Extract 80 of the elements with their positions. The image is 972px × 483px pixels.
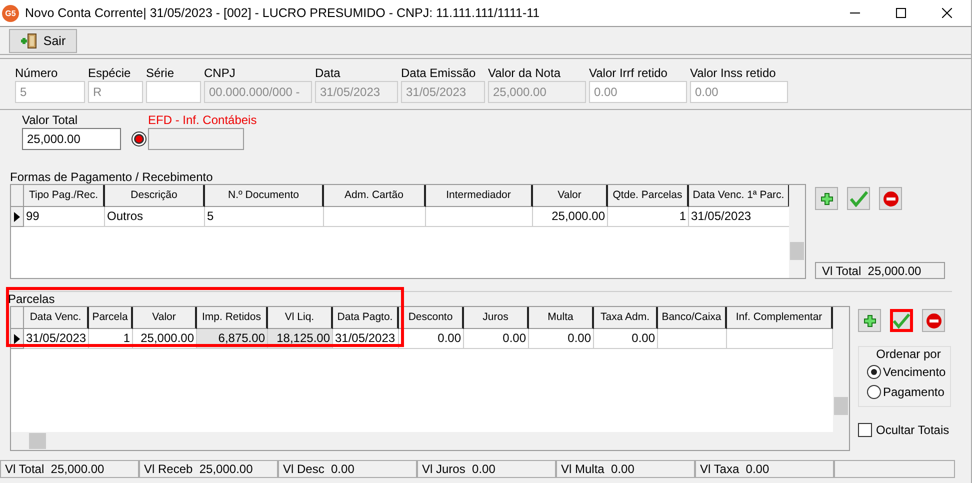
app-logo: G5 <box>2 4 19 22</box>
field-label: Valor Irrf retido <box>589 66 668 81</box>
input-field[interactable] <box>148 128 244 150</box>
checkbox[interactable]: Ocultar Totais <box>858 423 952 437</box>
field-label: Valor Total <box>22 113 79 128</box>
vertical-scrollbar[interactable] <box>789 185 805 278</box>
column-header[interactable]: Data Pagto. <box>333 307 399 329</box>
target-icon[interactable] <box>131 131 147 147</box>
column-header[interactable]: Juros <box>464 307 529 329</box>
column-header[interactable]: Descrição <box>105 185 205 207</box>
group-title: Ordenar por <box>875 346 942 362</box>
field-label: CNPJ <box>204 66 236 81</box>
add-button[interactable] <box>815 187 838 210</box>
radio-option[interactable]: Pagamento <box>867 382 950 402</box>
field-label: Valor da Nota <box>488 66 562 81</box>
field-label: Data <box>315 66 342 81</box>
exit-button[interactable]: Sair <box>9 28 77 52</box>
status-panel: Vl Receb 25,000.00 <box>139 460 278 478</box>
table-cell: 25,000.00 <box>533 207 608 227</box>
table-cell: 1 <box>608 207 689 227</box>
column-header[interactable]: Qtde. Parcelas <box>608 185 689 207</box>
add-button[interactable] <box>858 309 881 332</box>
input-field[interactable]: 0.00 <box>589 81 687 103</box>
close-icon[interactable] <box>942 8 952 18</box>
column-header[interactable]: Banco/Caixa <box>658 307 727 329</box>
column-header[interactable]: N.º Documento <box>205 185 324 207</box>
input-field[interactable] <box>146 81 201 103</box>
confirm-button[interactable] <box>847 187 870 210</box>
total-display: Vl Total 25,000.00 <box>815 262 945 279</box>
field-label: Série <box>146 66 176 81</box>
column-header[interactable]: Valor <box>133 307 197 329</box>
plus-icon <box>818 190 834 206</box>
minus-icon <box>926 312 942 328</box>
field-label: Valor Inss retido <box>690 66 777 81</box>
column-header[interactable]: Intermediador <box>426 185 533 207</box>
table-cell: 0.00 <box>399 329 464 349</box>
remove-button[interactable] <box>922 309 945 332</box>
group-title: Parcelas <box>8 292 56 306</box>
column-header[interactable]: Multa <box>529 307 594 329</box>
table-cell: 0.00 <box>529 329 594 349</box>
table-cell: 1 <box>89 329 133 349</box>
maximize-icon[interactable] <box>896 8 906 18</box>
plus-icon <box>862 312 878 328</box>
input-field[interactable]: 5 <box>15 81 85 103</box>
table-cell: Outros <box>105 207 205 227</box>
table-cell: 5 <box>205 207 324 227</box>
field-label: Número <box>15 66 59 81</box>
check-icon <box>893 312 910 328</box>
radio-option[interactable]: Vencimento <box>867 362 950 382</box>
column-header[interactable]: Adm. Cartão <box>324 185 426 207</box>
remove-button[interactable] <box>879 187 902 210</box>
field-label: Espécie <box>88 66 132 81</box>
column-header[interactable]: Parcela <box>89 307 133 329</box>
group-title: Formas de Pagamento / Recebimento <box>10 170 214 184</box>
field-label: EFD - Inf. Contábeis <box>148 113 257 128</box>
input-field[interactable]: 25,000.00 <box>22 128 121 150</box>
check-icon <box>850 190 868 206</box>
table-cell: 31/05/2023 <box>24 329 89 349</box>
table-cell: 31/05/2023 <box>333 329 399 349</box>
input-field[interactable]: R <box>88 81 143 103</box>
column-header[interactable]: Taxa Adm. <box>594 307 658 329</box>
column-header[interactable]: Data Venc. <box>24 307 89 329</box>
column-header[interactable]: Tipo Pag./Rec. <box>24 185 105 207</box>
horizontal-scrollbar[interactable] <box>11 432 849 450</box>
table-cell: 0.00 <box>464 329 529 349</box>
status-panel: Vl Juros 0.00 <box>417 460 556 478</box>
status-panel: Vl Total 25,000.00 <box>0 460 139 478</box>
minus-icon <box>882 190 898 206</box>
window-title: Novo Conta Corrente| 31/05/2023 - [002] - LUCRO PRESUMIDO - CNPJ: 11.111.111/1111-11 <box>25 6 540 20</box>
input-field[interactable]: 0.00 <box>690 81 788 103</box>
confirm-button[interactable] <box>890 309 913 332</box>
table-cell: 99 <box>24 207 105 227</box>
field-label: Data Emissão <box>401 66 477 81</box>
door-icon <box>20 32 38 48</box>
status-panel: Vl Desc 0.00 <box>278 460 417 478</box>
table-cell: 0.00 <box>594 329 658 349</box>
column-header[interactable]: Desconto <box>399 307 464 329</box>
status-panel: Vl Multa 0.00 <box>556 460 695 478</box>
status-panel: Vl Taxa 0.00 <box>695 460 834 478</box>
column-header[interactable]: Valor <box>533 185 608 207</box>
